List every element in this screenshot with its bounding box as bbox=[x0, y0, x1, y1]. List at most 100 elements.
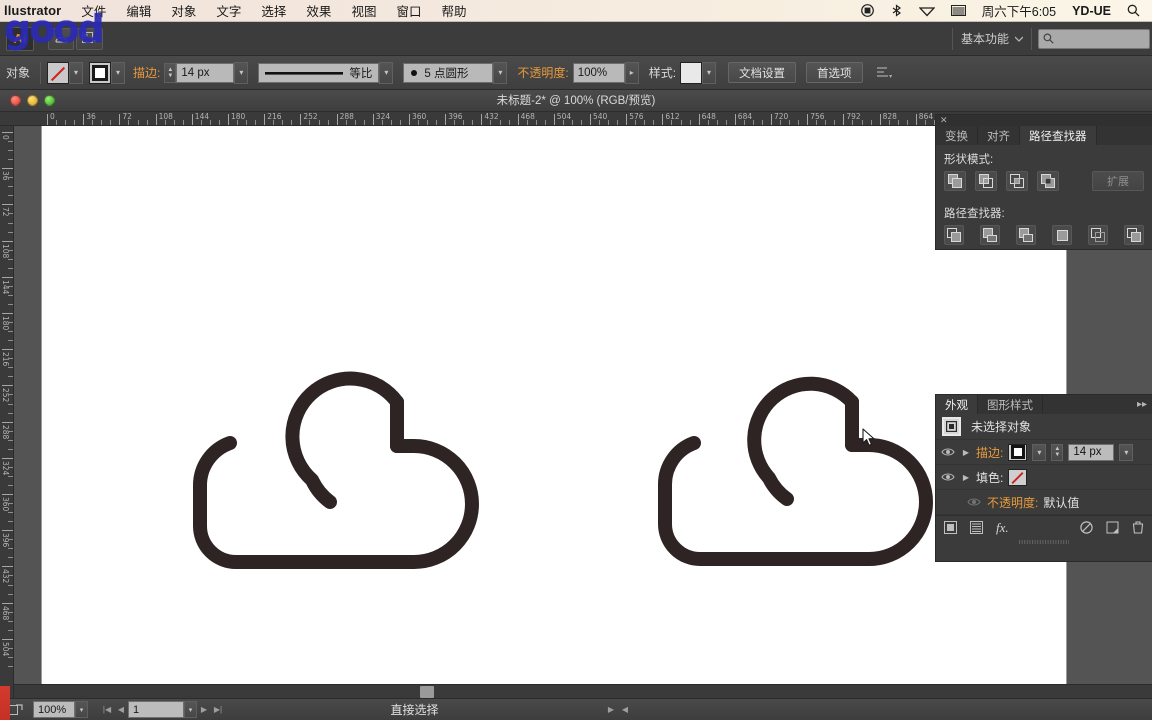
stroke-swatch[interactable] bbox=[1008, 443, 1028, 461]
menu-help[interactable]: 帮助 bbox=[431, 1, 476, 20]
add-new-fill-icon[interactable] bbox=[970, 521, 983, 534]
brush-caret-icon[interactable]: ▾ bbox=[493, 61, 508, 84]
stroke-weight-field[interactable]: 14 px bbox=[176, 62, 235, 83]
eye-icon[interactable] bbox=[940, 472, 956, 482]
tab-align[interactable]: 对齐 bbox=[978, 126, 1020, 145]
menu-type[interactable]: 文字 bbox=[206, 1, 251, 20]
minus-front-icon[interactable] bbox=[975, 171, 997, 191]
menu-effect[interactable]: 效果 bbox=[296, 1, 341, 20]
align-icon[interactable] bbox=[875, 66, 893, 80]
prev-page-icon[interactable]: ◀ bbox=[114, 705, 128, 714]
fill-swatch[interactable] bbox=[1008, 468, 1028, 486]
stroke-profile-select[interactable]: 等比 bbox=[258, 62, 380, 83]
fill-color-swatch[interactable] bbox=[47, 61, 70, 84]
artboard-navigation-icon[interactable] bbox=[8, 701, 23, 719]
tab-appearance[interactable]: 外观 bbox=[936, 395, 978, 414]
opacity-caret-icon[interactable]: ▸ bbox=[624, 61, 639, 84]
unite-icon[interactable] bbox=[944, 171, 966, 191]
clear-appearance-icon[interactable] bbox=[1080, 521, 1093, 534]
preferences-button[interactable]: 首选项 bbox=[806, 62, 863, 83]
merge-icon[interactable] bbox=[1016, 225, 1036, 245]
ruler-label: 684 bbox=[737, 112, 753, 121]
arrange-documents-icon[interactable] bbox=[76, 27, 103, 50]
stroke-weight-caret-icon[interactable]: ▾ bbox=[234, 61, 249, 84]
style-caret-icon[interactable]: ▾ bbox=[702, 61, 717, 84]
opacity-field[interactable]: 100% bbox=[572, 62, 625, 83]
page-caret-icon[interactable]: ▾ bbox=[184, 701, 197, 718]
fill-row[interactable]: ▶ 填色: bbox=[936, 465, 1152, 490]
last-page-icon[interactable]: ▶| bbox=[211, 705, 225, 714]
first-page-icon[interactable]: |◀ bbox=[100, 705, 114, 714]
record-icon[interactable] bbox=[853, 4, 882, 17]
ruler-tick bbox=[336, 114, 338, 125]
clock[interactable]: 周六下午6:05 bbox=[974, 1, 1064, 20]
fill-swatch-caret-icon[interactable]: ▾ bbox=[69, 61, 84, 84]
trim-icon[interactable] bbox=[980, 225, 1000, 245]
document-setup-button[interactable]: 文档设置 bbox=[728, 62, 797, 83]
bluetooth-icon[interactable] bbox=[882, 4, 911, 17]
stroke-profile-caret-icon[interactable]: ▾ bbox=[379, 61, 394, 84]
menu-object[interactable]: 对象 bbox=[161, 1, 206, 20]
tab-graphic-styles[interactable]: 图形样式 bbox=[978, 395, 1043, 414]
panel-menu-icon[interactable] bbox=[1096, 126, 1152, 145]
user-name[interactable]: YD-UE bbox=[1064, 4, 1119, 18]
panel-close-icon[interactable]: ✕ bbox=[936, 115, 1152, 126]
stroke-weight-stepper[interactable]: ▲ ▼ bbox=[164, 62, 177, 83]
wifi-icon[interactable] bbox=[911, 5, 943, 17]
exclude-icon[interactable] bbox=[1037, 171, 1059, 191]
artboard[interactable] bbox=[42, 126, 1066, 690]
document-title-bar[interactable]: 未标题-2* @ 100% (RGB/预览) bbox=[0, 90, 1152, 112]
delete-item-icon[interactable] bbox=[1132, 521, 1144, 534]
search-icon[interactable] bbox=[1119, 4, 1148, 17]
crop-icon[interactable] bbox=[1052, 225, 1072, 245]
cloud-shape-right[interactable] bbox=[614, 358, 934, 598]
add-fx-icon[interactable]: fx. bbox=[996, 520, 1009, 536]
tab-transform[interactable]: 变换 bbox=[936, 126, 978, 145]
graphic-style-swatch[interactable] bbox=[680, 61, 703, 84]
stroke-swatch-caret-icon[interactable]: ▾ bbox=[1032, 443, 1047, 461]
tab-pathfinder[interactable]: 路径查找器 bbox=[1020, 126, 1097, 145]
panel-menu-icon[interactable]: ▸▸ bbox=[1043, 395, 1152, 414]
menu-edit[interactable]: 编辑 bbox=[116, 1, 161, 20]
bridge-icon[interactable] bbox=[48, 27, 74, 50]
intersect-icon[interactable] bbox=[1006, 171, 1028, 191]
status-mode-label[interactable]: 直接选择 bbox=[225, 701, 604, 718]
eye-icon[interactable] bbox=[940, 447, 956, 457]
zoom-level-field[interactable]: 100% bbox=[33, 701, 75, 718]
add-new-stroke-icon[interactable] bbox=[944, 521, 957, 534]
eye-icon-dim[interactable] bbox=[966, 497, 982, 507]
stroke-weight-field[interactable]: 14 px bbox=[1068, 443, 1115, 461]
divide-icon[interactable] bbox=[944, 225, 964, 245]
brush-definition-select[interactable]: 5 点圆形 bbox=[403, 62, 494, 83]
stroke-weight-caret-icon[interactable]: ▾ bbox=[1119, 443, 1134, 461]
duplicate-item-icon[interactable] bbox=[1106, 521, 1119, 534]
scroll-right-icon[interactable]: ▶ bbox=[604, 705, 618, 714]
menu-select[interactable]: 选择 bbox=[251, 1, 296, 20]
stroke-row[interactable]: ▶ 描边: ▾ ▲ ▼ 14 px ▾ bbox=[936, 440, 1152, 465]
outline-icon[interactable] bbox=[1088, 225, 1108, 245]
scroll-left-icon[interactable]: ◀ bbox=[618, 705, 632, 714]
horizontal-scrollbar[interactable] bbox=[14, 684, 1152, 698]
opacity-row[interactable]: 不透明度: 默认值 bbox=[936, 490, 1152, 515]
menu-file[interactable]: 文件 bbox=[71, 1, 116, 20]
menu-window[interactable]: 窗口 bbox=[386, 1, 431, 20]
expand-button[interactable]: 扩展 bbox=[1092, 171, 1144, 191]
menu-view[interactable]: 视图 bbox=[341, 1, 386, 20]
workspace-switcher[interactable]: 基本功能 bbox=[951, 27, 1032, 50]
search-field[interactable] bbox=[1038, 28, 1150, 49]
minus-back-icon[interactable] bbox=[1124, 225, 1144, 245]
next-page-icon[interactable]: ▶ bbox=[197, 705, 211, 714]
triangle-right-icon[interactable]: ▶ bbox=[961, 448, 971, 457]
vertical-ruler[interactable]: 0 36 72 108 144 180 216 252 288 324 360 396 432 468 50… bbox=[0, 126, 14, 720]
horizontal-scroll-thumb[interactable] bbox=[420, 686, 434, 698]
panel-resize-gripper[interactable] bbox=[936, 539, 1152, 546]
page-number-field[interactable]: 1 bbox=[128, 701, 184, 718]
triangle-right-icon[interactable]: ▶ bbox=[961, 473, 971, 482]
cloud-shape-left[interactable] bbox=[152, 360, 482, 600]
stroke-color-swatch[interactable] bbox=[89, 61, 112, 84]
app-name-menu[interactable]: llustrator bbox=[0, 3, 71, 18]
input-source-icon[interactable] bbox=[943, 5, 974, 16]
zoom-level-caret-icon[interactable]: ▾ bbox=[75, 701, 88, 718]
stroke-swatch-caret-icon[interactable]: ▾ bbox=[111, 61, 126, 84]
stroke-weight-stepper[interactable]: ▲ ▼ bbox=[1051, 443, 1064, 461]
